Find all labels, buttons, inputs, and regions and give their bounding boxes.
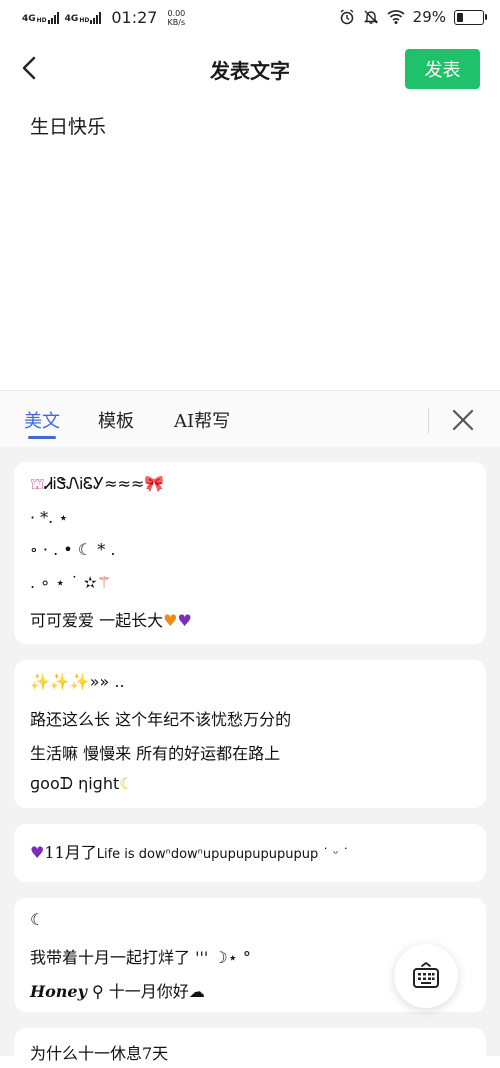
card-2-line-1: ✨✨✨»» .. bbox=[30, 672, 125, 691]
cloud-icon: ☁ bbox=[188, 982, 205, 1001]
speed-value: 0.00 bbox=[167, 8, 186, 18]
keyboard-toggle-button[interactable] bbox=[394, 944, 458, 1008]
card-2-line-3: 生活嘛 慢慢来 所有的好运都在路上 bbox=[30, 744, 281, 763]
mute-bell-icon bbox=[363, 10, 378, 24]
wifi-icon bbox=[387, 10, 405, 24]
telescope-icon: ⚚ bbox=[96, 573, 112, 592]
card-1-line-2: · *. ⋆ bbox=[30, 508, 69, 527]
card-2-line-2: 路还这么长 这个年纪不该忧愁万分的 bbox=[30, 710, 292, 729]
network-sup-2: HD bbox=[79, 16, 90, 24]
card-3-text-1: 11月了 bbox=[44, 843, 97, 862]
castle-icon: ⛫ bbox=[30, 474, 45, 493]
card-1-line-5: 可可爱爱 一起长大♥♥ bbox=[30, 607, 192, 631]
ribbon-icon: 🎀 bbox=[144, 474, 165, 493]
card-1-text-4: . ∘ ⋆ ˙ ✫ bbox=[30, 573, 97, 592]
status-left: 4G HD 4G HD 01:27 0.00 KB/s bbox=[22, 8, 185, 27]
tab-bar: 美文 模板 AI帮写 bbox=[0, 391, 500, 447]
template-card-3[interactable]: ♥11月了Life is dowⁿdowⁿupupupupupupup ˙ ᵕ … bbox=[14, 824, 486, 882]
card-1-line-4: . ∘ ⋆ ˙ ✫⚚ bbox=[30, 573, 111, 592]
signal-bars-icon bbox=[90, 11, 102, 24]
status-bar: 4G HD 4G HD 01:27 0.00 KB/s 29% bbox=[0, 0, 500, 38]
network-type-2: 4G bbox=[64, 13, 79, 24]
signal-bars-icon bbox=[47, 11, 59, 24]
signal-2: 4G HD bbox=[64, 11, 102, 24]
keyboard-icon bbox=[413, 962, 439, 988]
network-speed: 0.00 KB/s bbox=[167, 9, 185, 27]
orange-heart-icon: ♥ bbox=[163, 611, 178, 630]
header: 发表文字 发表 bbox=[0, 40, 500, 96]
card-4-line-1: ☾ bbox=[30, 910, 45, 929]
publish-button[interactable]: 发表 bbox=[405, 49, 480, 89]
tab-divider bbox=[428, 408, 429, 434]
card-1-line-3: ∘ · . • ☾ * . bbox=[30, 540, 116, 559]
tab-ai-write[interactable]: AI帮写 bbox=[174, 407, 230, 433]
purple-heart-icon: ♥ bbox=[30, 843, 45, 862]
card-2-text-4: ɡooᗪ ηiɡht bbox=[30, 774, 120, 793]
card-4-line-3: Honey ⚲ 十一月你好☁ bbox=[30, 978, 205, 1002]
card-5-line-1: 为什么十一休息7天 bbox=[30, 1044, 169, 1063]
network-sup-1: HD bbox=[36, 16, 47, 24]
purple-heart-icon: ♥ bbox=[177, 611, 192, 630]
card-4-text-4: 十一月你好 bbox=[108, 982, 189, 1001]
template-card-2[interactable]: ✨✨✨»» .. 路还这么长 这个年纪不该忧愁万分的 生活嘛 慢慢来 所有的好运… bbox=[14, 660, 486, 808]
card-3-line-1: ♥11月了Life is dowⁿdowⁿupupupupupupup ˙ ᵕ … bbox=[30, 839, 349, 863]
moon-icon: ☾ bbox=[119, 774, 134, 793]
close-icon bbox=[452, 409, 474, 431]
clock: 01:27 bbox=[111, 8, 158, 27]
alarm-icon bbox=[340, 9, 354, 25]
speed-unit: KB/s bbox=[167, 17, 186, 27]
card-1-text-1: ᏗᎥᏕᏁᎥᏋᎩ≈≈≈ bbox=[44, 474, 145, 493]
network-type-1: 4G bbox=[22, 13, 36, 24]
card-1-line-1: ⛫ᏗᎥᏕᏁᎥᏋᎩ≈≈≈🎀 bbox=[30, 474, 164, 495]
battery-icon bbox=[454, 9, 487, 25]
card-4-line-2: 我带着十月一起打烊了 ''' ☽⋆ ° bbox=[30, 948, 251, 967]
template-card-1[interactable]: ⛫ᏗᎥᏕᏁᎥᏋᎩ≈≈≈🎀 · *. ⋆ ∘ · . • ☾ * . . ∘ ⋆ … bbox=[14, 462, 486, 644]
template-card-5[interactable]: 为什么十一休息7天 bbox=[14, 1028, 486, 1068]
tab-meiwen[interactable]: 美文 bbox=[24, 407, 60, 433]
status-right: 29% bbox=[339, 8, 487, 26]
drumstick-icon: ⚲ bbox=[86, 982, 109, 1001]
tab-moban[interactable]: 模板 bbox=[98, 407, 134, 433]
battery-percent: 29% bbox=[412, 8, 446, 26]
card-1-text-5: 可可爱爱 一起长大 bbox=[30, 611, 164, 630]
close-panel-button[interactable] bbox=[446, 403, 480, 437]
battery-fill bbox=[457, 12, 463, 22]
sparkles-icon: ✨✨✨ bbox=[30, 672, 90, 691]
card-2-text-1: »» .. bbox=[89, 672, 125, 691]
card-2-line-4: ɡooᗪ ηiɡht☾ bbox=[30, 774, 134, 794]
card-3-text-2: Life is dowⁿdowⁿupupupupupupup ˙ ᵕ ˙ bbox=[96, 847, 350, 862]
signal-1: 4G HD bbox=[22, 11, 59, 24]
text-editor[interactable]: 生日快乐 bbox=[30, 112, 470, 372]
tab-active-indicator bbox=[28, 436, 56, 439]
card-4-text-3: Honey bbox=[30, 982, 87, 1001]
editor-text: 生日快乐 bbox=[30, 116, 107, 138]
